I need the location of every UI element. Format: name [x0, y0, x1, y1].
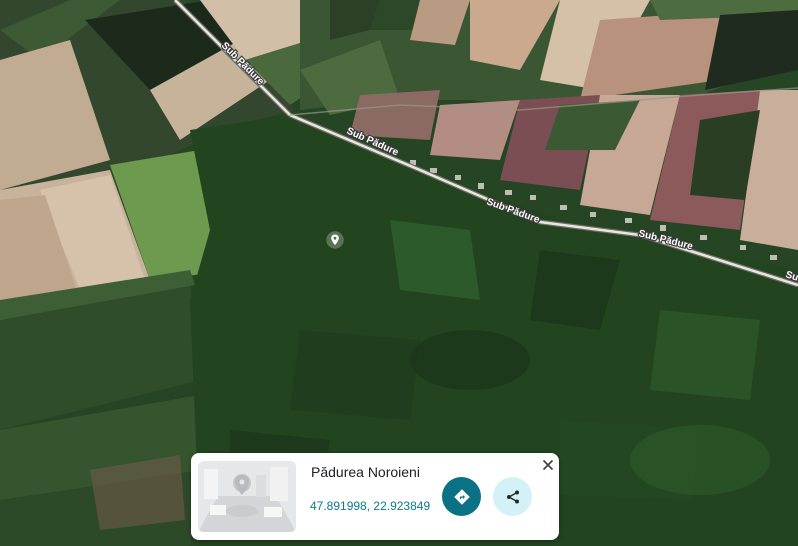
coordinates-link[interactable]: 47.891998, 22.923849: [310, 499, 430, 513]
place-thumbnail[interactable]: [198, 461, 296, 532]
directions-button[interactable]: [442, 477, 481, 516]
place-marker-icon[interactable]: [326, 231, 344, 249]
close-button[interactable]: [539, 456, 557, 474]
place-card: Pădurea Noroieni 47.891998, 22.923849: [191, 453, 559, 540]
share-icon: [506, 490, 519, 503]
place-name: Pădurea Noroieni: [311, 464, 420, 480]
close-icon: [542, 459, 554, 471]
directions-icon: [453, 488, 470, 505]
share-button[interactable]: [493, 477, 532, 516]
